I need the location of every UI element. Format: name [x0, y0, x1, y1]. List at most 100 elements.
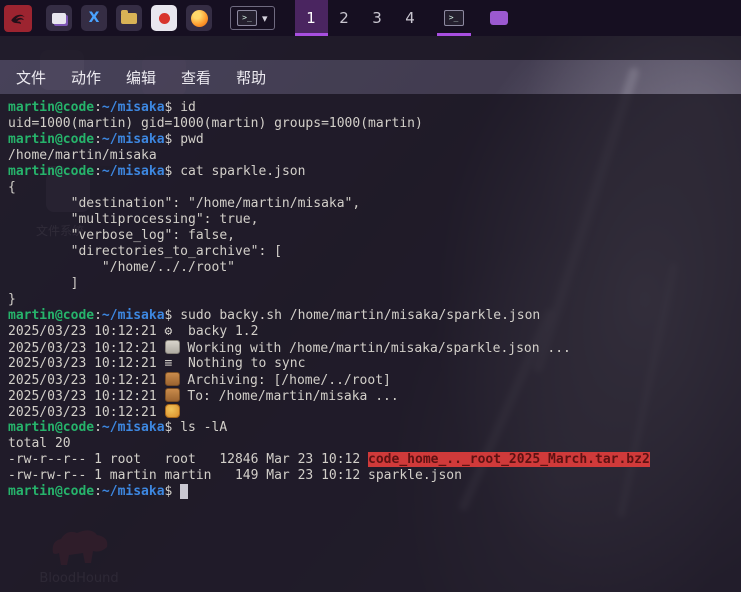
- terminal-line: ]: [8, 276, 733, 292]
- terminal-text: ~/misaka: [101, 484, 165, 499]
- terminal-text: :: [94, 308, 102, 323]
- terminal-text: code_home_.._root_2025_March.tar.bz2: [368, 452, 650, 467]
- purple-app-icon: [489, 11, 508, 25]
- terminal-line: 2025/03/23 10:12:21 ≡ Nothing to sync: [8, 356, 733, 372]
- terminal-line: /home/martin/misaka: [8, 148, 733, 164]
- terminal-text: :: [94, 100, 102, 115]
- terminal-text: "destination": "/home/martin/misaka",: [8, 196, 361, 211]
- terminal-text: [180, 484, 189, 499]
- terminal-line: 2025/03/23 10:12:21 📦 To: /home/martin/m…: [8, 388, 733, 404]
- terminal-output[interactable]: martin@code:~/misaka$ id uid=1000(martin)…: [0, 94, 741, 592]
- xterm-icon[interactable]: X: [81, 5, 107, 31]
- terminal-line: martin@code:~/misaka$ id: [8, 100, 733, 116]
- terminal-icon: >_: [237, 10, 257, 26]
- terminal-text: martin@code: [8, 484, 95, 499]
- terminal-line: total 20: [8, 436, 733, 452]
- file-manager-icon[interactable]: [116, 5, 142, 31]
- terminal-text: ~/misaka: [101, 100, 165, 115]
- terminal-text: ]: [8, 276, 79, 291]
- kali-menu-button[interactable]: [4, 4, 32, 32]
- terminal-line: 2025/03/23 10:12:21 📋 Working with /home…: [8, 340, 733, 356]
- terminal-text: "verbose_log": false,: [8, 228, 235, 243]
- terminal-text: -rw-r--r-- 1 root root 12846 Mar 23 10:1…: [8, 452, 369, 467]
- terminal-profile-dropdown[interactable]: >_ ▾: [230, 6, 275, 30]
- terminal-text: Archiving: [/home/../root]: [179, 373, 391, 388]
- terminal-icon: >_: [443, 10, 464, 26]
- terminal-menubar: 文件 动作 编辑 查看 帮助: [0, 60, 741, 94]
- terminal-text: martin@code: [8, 308, 95, 323]
- menu-file[interactable]: 文件: [16, 67, 46, 88]
- terminal-text: $ ls -lA: [164, 420, 228, 435]
- terminal-text: "directories_to_archive": [: [8, 244, 282, 259]
- clip-emoji-icon: 📋: [164, 340, 180, 354]
- terminal-text: -rw-rw-r-- 1 martin martin 149 Mar 23 10…: [8, 468, 462, 483]
- terminal-text: :: [94, 484, 102, 499]
- menu-view[interactable]: 查看: [181, 67, 211, 88]
- workspace-switcher: 1 2 3 4: [294, 0, 427, 36]
- taskbar-terminal-button[interactable]: >_: [435, 0, 473, 36]
- terminal-text: $: [164, 484, 181, 499]
- firefox-icon[interactable]: [186, 5, 212, 31]
- terminal-text: }: [8, 292, 16, 307]
- workspace-3[interactable]: 3: [361, 0, 394, 36]
- terminal-text: To: /home/martin/misaka ...: [179, 389, 399, 404]
- terminal-text: 2025/03/23 10:12:21: [8, 373, 165, 388]
- terminal-text: 2025/03/23 10:12:21: [8, 405, 165, 420]
- workspace-4[interactable]: 4: [394, 0, 427, 36]
- folder-icon: [121, 9, 137, 24]
- notes-app-icon[interactable]: [46, 5, 72, 31]
- terminal-text: Working with /home/martin/misaka/sparkle…: [179, 341, 571, 356]
- terminal-text: martin@code: [8, 132, 95, 147]
- recorder-app-icon[interactable]: [151, 5, 177, 31]
- terminal-line: uid=1000(martin) gid=1000(martin) groups…: [8, 116, 733, 132]
- terminal-text: total 20: [8, 436, 71, 451]
- taskbar-app-button[interactable]: [481, 0, 517, 36]
- terminal-text: /home/martin/misaka: [8, 148, 157, 163]
- terminal-line: martin@code:~/misaka$ pwd: [8, 132, 733, 148]
- x-icon: X: [88, 10, 100, 26]
- firefox-globe-icon: [190, 9, 208, 27]
- terminal-line: 2025/03/23 10:12:21 📦 Archiving: [/home/…: [8, 372, 733, 388]
- terminal-line: 2025/03/23 10:12:21 ⚙ backy 1.2: [8, 324, 733, 340]
- terminal-text: {: [8, 180, 16, 195]
- terminal-text: $ id: [164, 100, 196, 115]
- menu-help[interactable]: 帮助: [236, 67, 266, 88]
- terminal-text: $ pwd: [164, 132, 204, 147]
- terminal-line: "directories_to_archive": [: [8, 244, 733, 260]
- terminal-text: ~/misaka: [101, 132, 165, 147]
- terminal-line: 2025/03/23 10:12:21 🍺: [8, 404, 733, 420]
- terminal-text: ~/misaka: [101, 164, 165, 179]
- terminal-line: "/home/.././root": [8, 260, 733, 276]
- window-icon: [52, 12, 66, 24]
- terminal-text: 2025/03/23 10:12:21 ≡ Nothing to sync: [8, 356, 306, 371]
- terminal-line: martin@code:~/misaka$: [8, 484, 733, 500]
- terminal-line: }: [8, 292, 733, 308]
- menu-edit[interactable]: 编辑: [126, 67, 156, 88]
- terminal-text: martin@code: [8, 100, 95, 115]
- terminal-text: 2025/03/23 10:12:21: [8, 389, 165, 404]
- terminal-text: martin@code: [8, 420, 95, 435]
- terminal-text: :: [94, 420, 102, 435]
- terminal-line: -rw-rw-r-- 1 martin martin 149 Mar 23 10…: [8, 468, 733, 484]
- top-panel: X >_ ▾ 1 2 3 4 >_: [0, 0, 741, 36]
- terminal-line: {: [8, 180, 733, 196]
- terminal-line: martin@code:~/misaka$ cat sparkle.json: [8, 164, 733, 180]
- terminal-text: ~/misaka: [101, 308, 165, 323]
- workspace-1[interactable]: 1: [294, 0, 328, 36]
- terminal-text: :: [94, 164, 102, 179]
- terminal-text: 2025/03/23 10:12:21 ⚙ backy 1.2: [8, 324, 259, 339]
- desktop-screen: 文件系统 BloodHound X: [0, 0, 741, 592]
- terminal-line: "destination": "/home/martin/misaka",: [8, 196, 733, 212]
- terminal-line: martin@code:~/misaka$ sudo backy.sh /hom…: [8, 308, 733, 324]
- window-top-strip: [0, 36, 741, 60]
- terminal-text: "/home/.././root": [8, 260, 235, 275]
- box-emoji-icon: 📦: [164, 388, 180, 402]
- terminal-line: -rw-r--r-- 1 root root 12846 Mar 23 10:1…: [8, 452, 733, 468]
- menu-actions[interactable]: 动作: [71, 67, 101, 88]
- terminal-text: $ sudo backy.sh /home/martin/misaka/spar…: [164, 308, 541, 323]
- workspace-2[interactable]: 2: [328, 0, 361, 36]
- terminal-text: ~/misaka: [101, 420, 165, 435]
- terminal-line: martin@code:~/misaka$ ls -lA: [8, 420, 733, 436]
- terminal-line: "multiprocessing": true,: [8, 212, 733, 228]
- box-emoji-icon: 📦: [164, 372, 180, 386]
